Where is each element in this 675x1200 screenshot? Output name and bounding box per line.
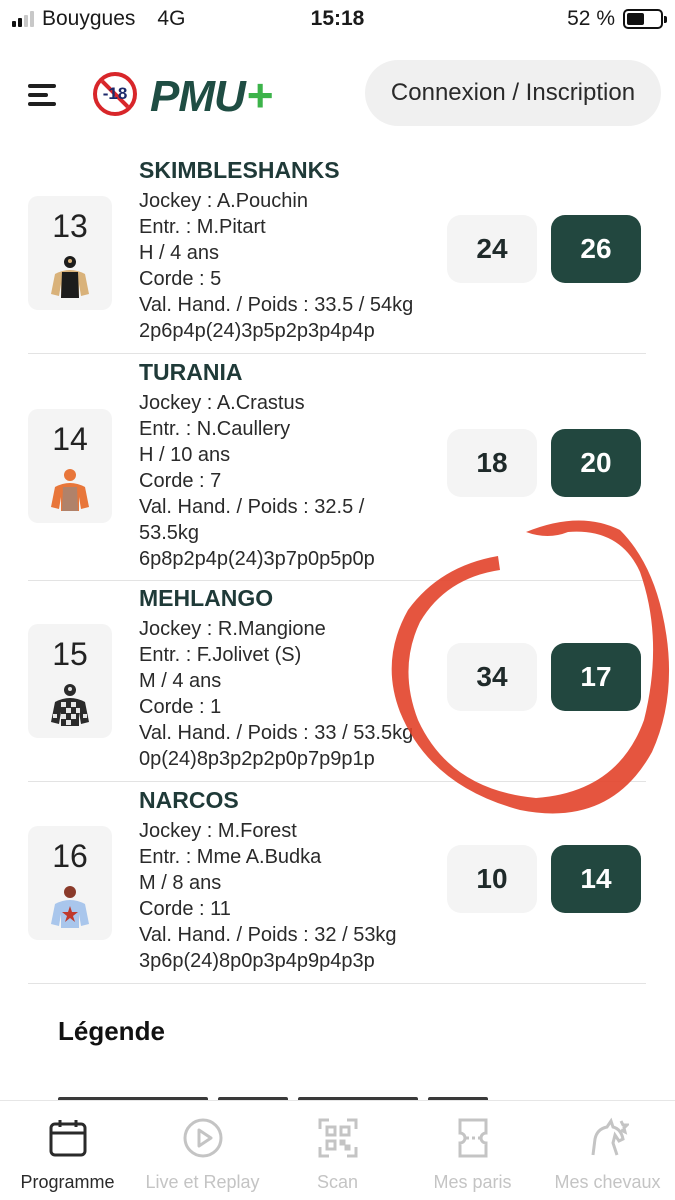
status-bar: Bouygues 4G 15:18 52 % (0, 0, 675, 40)
musique-text: 0p(24)8p3p2p2p0p7p9p1p (139, 748, 375, 770)
runner-details: Jockey : A.Crastus Entr. : N.Caullery H … (139, 390, 375, 572)
divider (28, 983, 646, 984)
jockey-silk-icon (51, 684, 89, 726)
runner-details: Jockey : A.Pouchin Entr. : M.Pitart H / … (139, 188, 413, 344)
battery-icon (623, 9, 667, 29)
nav-programme[interactable]: Programme (0, 1101, 135, 1200)
handicap-text-continued: 53.5kg (139, 522, 200, 544)
nav-label: Mes chevaux (554, 1172, 661, 1192)
reference-odd-button[interactable]: 10 (447, 845, 537, 913)
corde-text: Corde : 5 (139, 268, 222, 290)
age-badge-text: -18 (102, 84, 128, 103)
corde-text: Corde : 11 (139, 898, 231, 920)
handicap-text: Val. Hand. / Poids : 32.5 / (139, 496, 365, 518)
horse-icon (591, 1117, 629, 1156)
runner-name: NARCOS (139, 787, 239, 813)
runner-details: Jockey : M.Forest Entr. : Mme A.Budka M … (139, 818, 397, 974)
runner-number-card: 14 (28, 409, 112, 523)
runner-card[interactable]: 15 MEHLANGO Jockey : R.Mangione Entr. : … (28, 580, 646, 780)
musique-text: 6p8p2p4p(24)3p7p0p5p0p (139, 548, 375, 570)
battery-percent: 52 % (567, 7, 615, 30)
nav-label: Live et Replay (145, 1172, 260, 1192)
logo-text: PMU (150, 72, 246, 121)
runner-name: SKIMBLESHANKS (139, 157, 340, 183)
live-odd-button[interactable]: 20 (551, 429, 641, 497)
trainer-text: Entr. : M.Pitart (139, 216, 266, 238)
nav-label: Mes paris (433, 1172, 512, 1192)
nav-live-replay[interactable]: Live et Replay (135, 1101, 270, 1200)
reference-odd-button[interactable]: 34 (447, 643, 537, 711)
age-restriction-badge: -18 (93, 72, 137, 116)
runner-name: MEHLANGO (139, 585, 274, 611)
sex-age-text: H / 4 ans (139, 242, 220, 264)
logo-plus: + (246, 69, 274, 121)
handicap-text: Val. Hand. / Poids : 33 / 53.5kg (139, 722, 414, 744)
runner-card[interactable]: 16 NARCOS Jockey : M.Forest Entr. : Mme … (28, 781, 646, 983)
nav-mes-chevaux[interactable]: Mes chevaux (540, 1101, 675, 1200)
live-odd-button[interactable]: 14 (551, 845, 641, 913)
nav-label: Scan (316, 1172, 359, 1192)
app-header: -18 PMU+ Connexion / Inscription (0, 58, 675, 130)
runner-name: TURANIA (139, 359, 243, 385)
nav-scan[interactable]: Scan (270, 1101, 405, 1200)
musique-text: 3p6p(24)8p0p3p4p9p4p3p (139, 950, 375, 972)
jockey-text: Jockey : A.Crastus (139, 392, 305, 414)
runner-number-card: 16 (28, 826, 112, 940)
jockey-silk-icon (51, 256, 89, 298)
corde-text: Corde : 1 (139, 696, 222, 718)
jockey-text: Jockey : R.Mangione (139, 618, 326, 640)
pmu-logo[interactable]: PMU+ (150, 68, 274, 122)
live-odd-button[interactable]: 26 (551, 215, 641, 283)
runner-card[interactable]: 13 SKIMBLESHANKS Jockey : A.Pouchin Entr… (28, 150, 646, 352)
musique-text: 2p6p4p(24)3p5p2p3p4p4p (139, 320, 375, 342)
calendar-icon (49, 1120, 86, 1157)
jockey-text: Jockey : A.Pouchin (139, 190, 308, 212)
trainer-text: Entr. : Mme A.Budka (139, 846, 322, 868)
jockey-silk-icon (51, 886, 89, 928)
trainer-text: Entr. : N.Caullery (139, 418, 291, 440)
runner-number: 13 (52, 208, 88, 244)
sex-age-text: M / 8 ans (139, 872, 222, 894)
runner-number-card: 13 (28, 196, 112, 310)
runner-details: Jockey : R.Mangione Entr. : F.Jolivet (S… (139, 616, 413, 772)
runner-number-card: 15 (28, 624, 112, 738)
trainer-text: Entr. : F.Jolivet (S) (139, 644, 302, 666)
reference-odd-button[interactable]: 18 (447, 429, 537, 497)
corde-text: Corde : 7 (139, 470, 222, 492)
menu-icon[interactable] (28, 84, 60, 106)
login-button[interactable]: Connexion / Inscription (365, 60, 661, 126)
nav-label: Programme (20, 1172, 115, 1192)
ticket-icon (458, 1118, 487, 1158)
jockey-text: Jockey : M.Forest (139, 820, 297, 842)
legend-title: Légende (58, 1016, 165, 1046)
nav-mes-paris[interactable]: Mes paris (405, 1101, 540, 1200)
handicap-text: Val. Hand. / Poids : 32 / 53kg (139, 924, 397, 946)
qr-code-icon (318, 1118, 357, 1158)
live-odd-button[interactable]: 17 (551, 643, 641, 711)
reference-odd-button[interactable]: 24 (447, 215, 537, 283)
play-circle-icon (183, 1118, 222, 1158)
sex-age-text: H / 10 ans (139, 444, 231, 466)
status-right: 52 % (567, 7, 667, 31)
jockey-silk-icon (51, 469, 89, 511)
handicap-text: Val. Hand. / Poids : 33.5 / 54kg (139, 294, 414, 316)
bottom-navigation: Programme Live et Replay Scan Mes paris … (0, 1100, 675, 1200)
runner-card[interactable]: 14 TURANIA Jockey : A.Crastus Entr. : N.… (28, 352, 646, 580)
runner-number: 14 (52, 421, 88, 457)
runner-number: 15 (52, 636, 88, 672)
runner-number: 16 (52, 838, 88, 874)
sex-age-text: M / 4 ans (139, 670, 222, 692)
